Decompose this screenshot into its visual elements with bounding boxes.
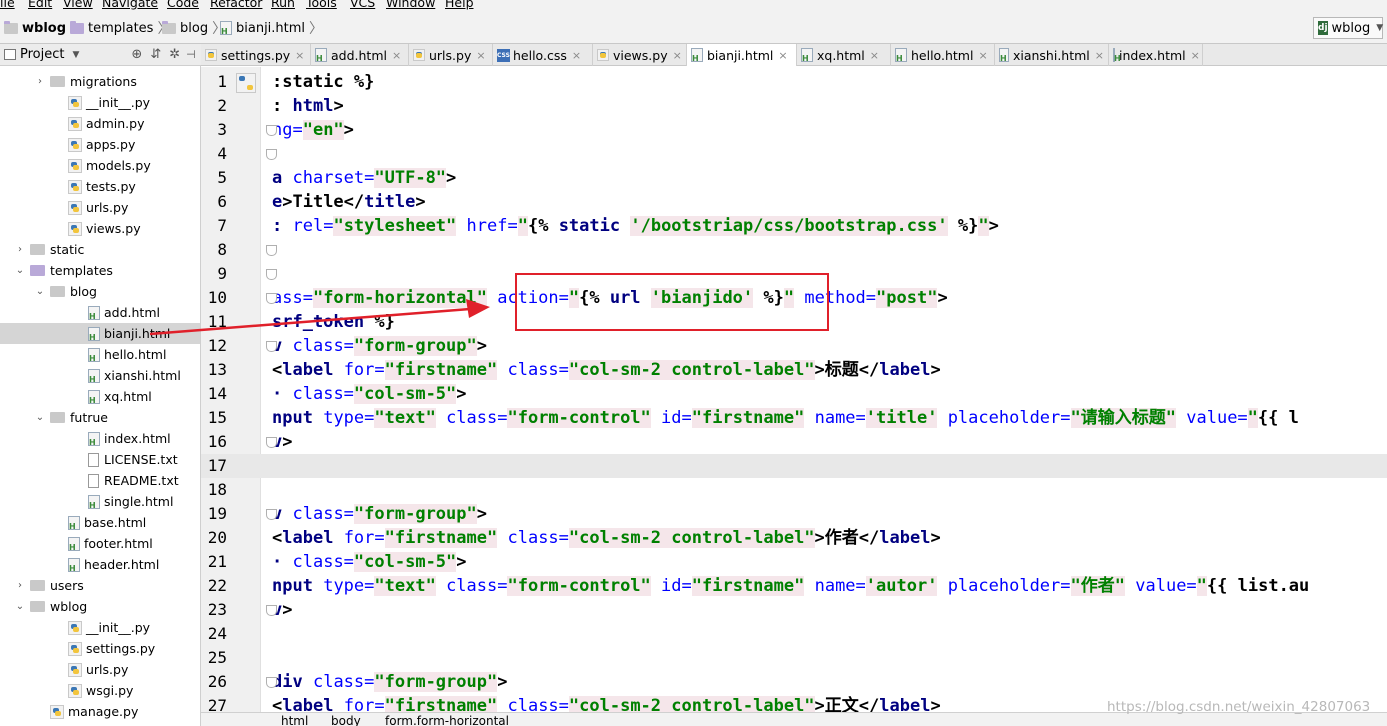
watermark: https://blog.csdn.net/weixin_42807063 <box>1107 699 1371 715</box>
status-path-item[interactable]: body <box>331 714 361 726</box>
status-path-item[interactable]: form.form-horizontal <box>385 714 509 726</box>
annotation-arrow <box>149 299 490 336</box>
status-path-item[interactable]: html <box>281 714 308 726</box>
